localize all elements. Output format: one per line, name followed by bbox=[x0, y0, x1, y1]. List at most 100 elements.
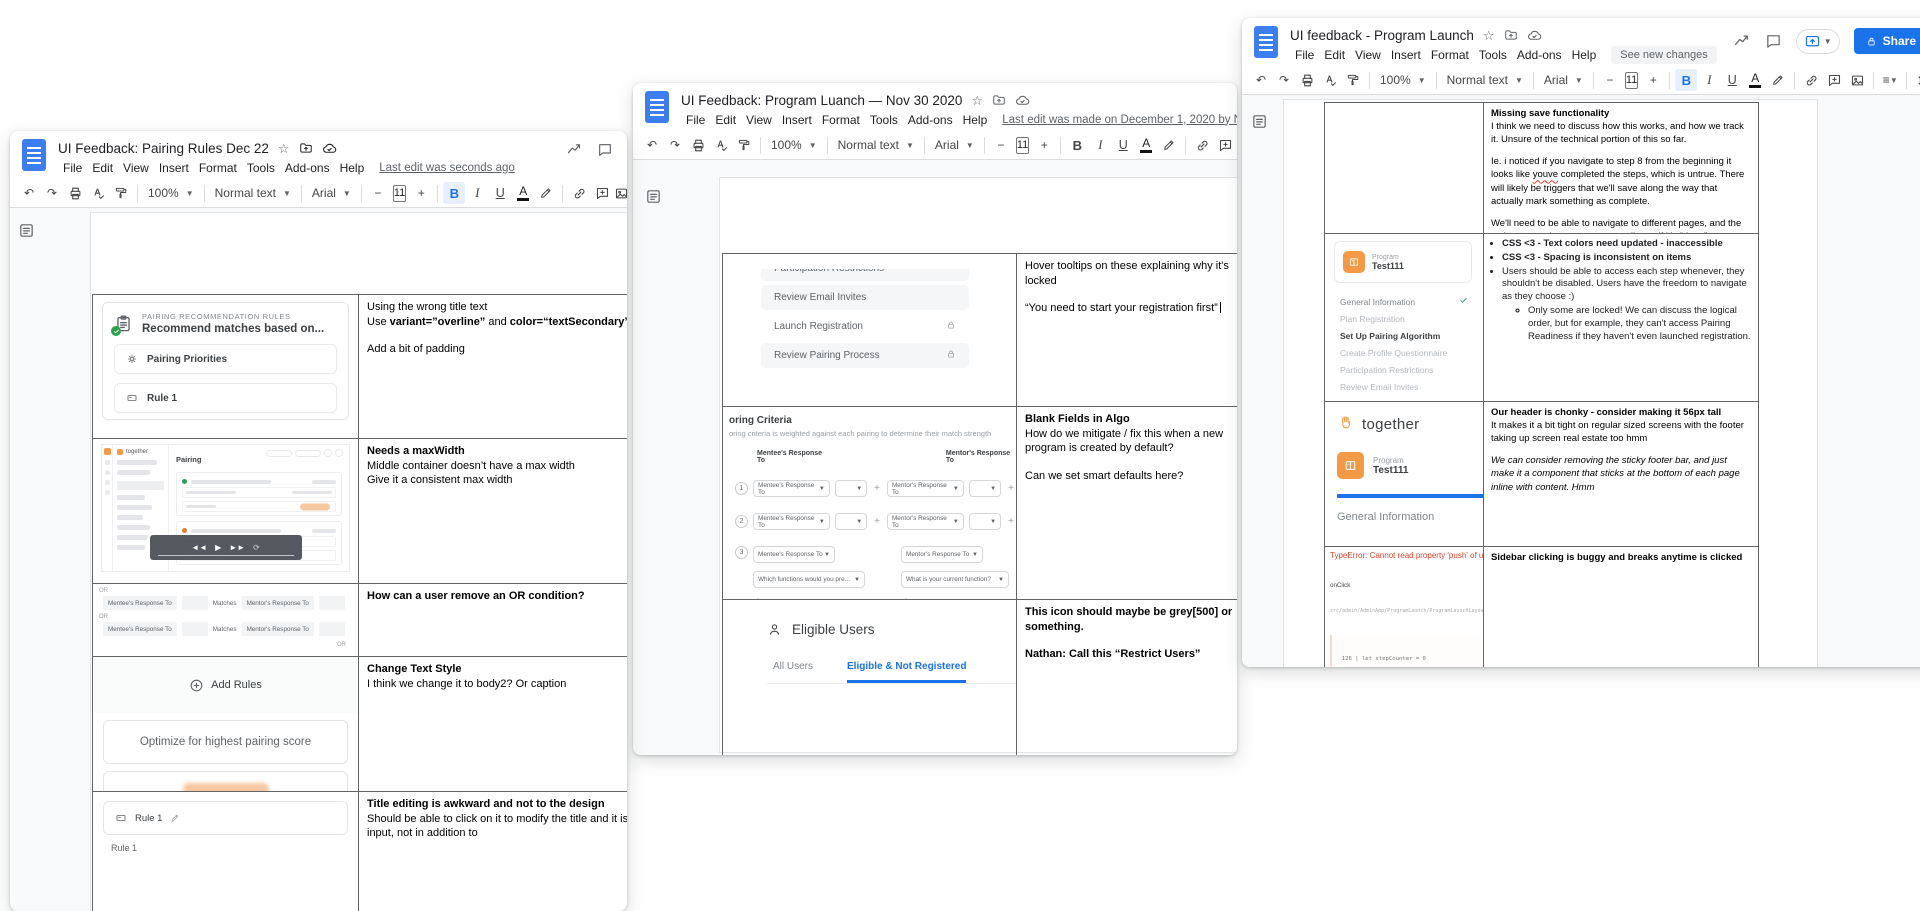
note-text[interactable]: Blank Fields in Algo How do we mitigate … bbox=[1017, 407, 1237, 488]
zoom-select[interactable]: 100%▼ bbox=[766, 134, 822, 156]
menu-file[interactable]: File bbox=[681, 112, 710, 128]
menu-view[interactable]: View bbox=[741, 112, 777, 128]
menu-edit[interactable]: Edit bbox=[710, 112, 741, 128]
present-button[interactable]: ▼ bbox=[1796, 29, 1840, 54]
redo-button[interactable]: ↷ bbox=[41, 182, 63, 204]
menu-addons[interactable]: Add-ons bbox=[1512, 47, 1567, 63]
document-outline-icon[interactable] bbox=[645, 188, 662, 210]
paint-format-button[interactable] bbox=[733, 134, 755, 156]
note-text[interactable]: Needs a maxWidth Middle container doesn’… bbox=[359, 439, 627, 493]
redo-button[interactable]: ↷ bbox=[664, 134, 686, 156]
insert-image-button[interactable] bbox=[1846, 69, 1868, 91]
menu-help[interactable]: Help bbox=[335, 160, 370, 176]
last-edit-link[interactable]: Last edit was made on December 1, 2020 b… bbox=[1002, 114, 1237, 126]
underline-button[interactable]: U bbox=[1112, 134, 1134, 156]
menu-tools[interactable]: Tools bbox=[242, 160, 280, 176]
note-text[interactable]: Missing save functionality I think we ne… bbox=[1484, 103, 1758, 233]
menu-tools[interactable]: Tools bbox=[865, 112, 903, 128]
last-edit-link[interactable]: Last edit was seconds ago bbox=[379, 162, 515, 174]
styles-select[interactable]: Normal text▼ bbox=[833, 134, 919, 156]
menu-help[interactable]: Help bbox=[1567, 47, 1602, 63]
menu-view[interactable]: View bbox=[118, 160, 154, 176]
undo-button[interactable]: ↶ bbox=[641, 134, 663, 156]
star-icon[interactable]: ☆ bbox=[1483, 29, 1495, 42]
menu-addons[interactable]: Add-ons bbox=[903, 112, 958, 128]
underline-button[interactable]: U bbox=[1721, 69, 1743, 91]
menu-edit[interactable]: Edit bbox=[1319, 47, 1350, 63]
google-docs-icon[interactable] bbox=[1254, 26, 1278, 58]
google-docs-icon[interactable] bbox=[22, 139, 46, 171]
menu-help[interactable]: Help bbox=[958, 112, 993, 128]
add-comment-button[interactable] bbox=[1214, 134, 1236, 156]
menu-insert[interactable]: Insert bbox=[154, 160, 194, 176]
menu-file[interactable]: File bbox=[58, 160, 87, 176]
menu-tools[interactable]: Tools bbox=[1474, 47, 1512, 63]
paint-format-button[interactable] bbox=[1342, 69, 1364, 91]
comments-icon[interactable] bbox=[1765, 33, 1782, 50]
move-folder-icon[interactable] bbox=[299, 141, 313, 155]
styles-select[interactable]: Normal text▼ bbox=[1442, 69, 1528, 91]
font-select[interactable]: Arial▼ bbox=[930, 134, 979, 156]
google-docs-icon[interactable] bbox=[645, 91, 669, 123]
highlight-color-button[interactable] bbox=[1158, 134, 1180, 156]
highlight-color-button[interactable] bbox=[535, 182, 557, 204]
document-title[interactable]: UI Feedback: Pairing Rules Dec 22 bbox=[58, 141, 269, 156]
spellcheck-button[interactable] bbox=[1319, 69, 1341, 91]
note-text[interactable]: Sidebar clicking is buggy and breaks any… bbox=[1484, 547, 1758, 568]
zoom-select[interactable]: 100%▼ bbox=[1375, 69, 1431, 91]
bold-button[interactable]: B bbox=[443, 182, 465, 204]
print-button[interactable] bbox=[1296, 69, 1318, 91]
font-select[interactable]: Arial▼ bbox=[307, 182, 356, 204]
underline-button[interactable]: U bbox=[489, 182, 511, 204]
font-size-decrease-button[interactable]: − bbox=[367, 182, 389, 204]
menu-edit[interactable]: Edit bbox=[87, 160, 118, 176]
highlight-color-button[interactable] bbox=[1767, 69, 1789, 91]
video-player-controls[interactable]: ◄◄▶►►⟳ bbox=[150, 535, 302, 560]
star-icon[interactable]: ☆ bbox=[278, 142, 290, 155]
undo-button[interactable]: ↶ bbox=[18, 182, 40, 204]
move-folder-icon[interactable] bbox=[1504, 28, 1518, 42]
menu-format[interactable]: Format bbox=[817, 112, 865, 128]
note-text[interactable]: Using the wrong title text Use variant=”… bbox=[359, 295, 627, 362]
font-size-value[interactable]: 11 bbox=[1016, 137, 1029, 154]
cloud-status-icon[interactable] bbox=[322, 141, 337, 156]
italic-button[interactable]: I bbox=[1698, 69, 1720, 91]
text-color-button[interactable]: A bbox=[1135, 134, 1157, 156]
font-size-increase-button[interactable]: + bbox=[410, 182, 432, 204]
font-size-increase-button[interactable]: + bbox=[1642, 69, 1664, 91]
line-spacing-button[interactable] bbox=[1912, 69, 1920, 91]
document-title[interactable]: UI feedback - Program Launch bbox=[1290, 28, 1474, 43]
activity-icon[interactable] bbox=[1733, 32, 1751, 50]
document-outline-icon[interactable] bbox=[1251, 113, 1268, 135]
menu-format[interactable]: Format bbox=[194, 160, 242, 176]
spellcheck-button[interactable] bbox=[87, 182, 109, 204]
undo-button[interactable]: ↶ bbox=[1250, 69, 1272, 91]
menu-addons[interactable]: Add-ons bbox=[280, 160, 335, 176]
document-title[interactable]: UI Feedback: Program Luanch — Nov 30 202… bbox=[681, 93, 962, 108]
note-text[interactable]: Change Text Style I think we change it t… bbox=[359, 657, 627, 696]
document-page[interactable]: Participation Restrictions Review Email … bbox=[719, 177, 1237, 753]
styles-select[interactable]: Normal text▼ bbox=[210, 182, 296, 204]
menu-file[interactable]: File bbox=[1290, 47, 1319, 63]
redo-button[interactable]: ↷ bbox=[1273, 69, 1295, 91]
menu-insert[interactable]: Insert bbox=[1386, 47, 1426, 63]
document-page[interactable]: PAIRING RECOMMENDATION RULES Recommend m… bbox=[90, 212, 627, 911]
add-comment-button[interactable] bbox=[591, 182, 613, 204]
star-icon[interactable]: ☆ bbox=[971, 94, 983, 107]
insert-link-button[interactable] bbox=[568, 182, 590, 204]
italic-button[interactable]: I bbox=[466, 182, 488, 204]
document-outline-icon[interactable] bbox=[18, 222, 35, 244]
cloud-status-icon[interactable] bbox=[1015, 93, 1030, 108]
font-size-value[interactable]: 11 bbox=[1625, 72, 1638, 89]
text-color-button[interactable]: A bbox=[1744, 69, 1766, 91]
spellcheck-button[interactable] bbox=[710, 134, 732, 156]
insert-link-button[interactable] bbox=[1191, 134, 1213, 156]
insert-link-button[interactable] bbox=[1800, 69, 1822, 91]
note-text[interactable]: Hover tooltips on these explaining why i… bbox=[1017, 254, 1237, 321]
font-size-decrease-button[interactable]: − bbox=[990, 134, 1012, 156]
insert-image-button[interactable]: ▼ bbox=[614, 182, 627, 204]
zoom-select[interactable]: 100%▼ bbox=[143, 182, 199, 204]
font-select[interactable]: Arial▼ bbox=[1539, 69, 1588, 91]
font-size-decrease-button[interactable]: − bbox=[1599, 69, 1621, 91]
font-size-value[interactable]: 11 bbox=[393, 185, 406, 202]
